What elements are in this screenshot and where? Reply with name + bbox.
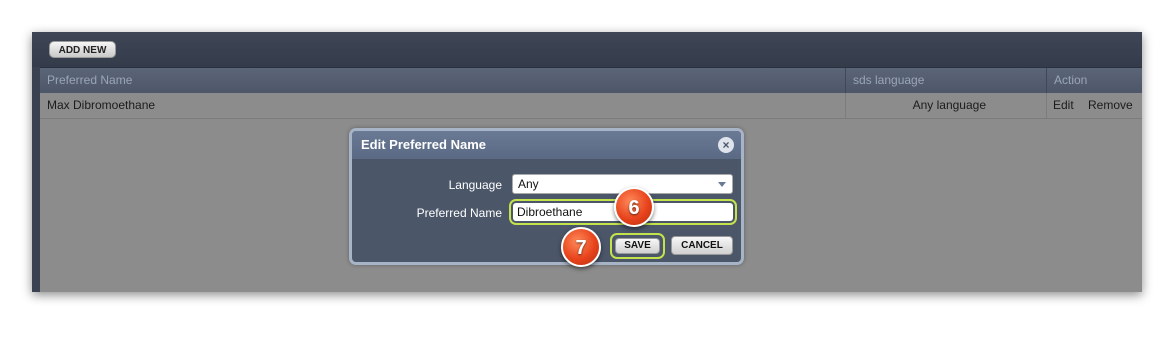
dialog-title: Edit Preferred Name: [352, 131, 741, 159]
toolbar: ADD NEW: [32, 32, 1142, 68]
cell-preferred-name: Max Dibromoethane: [40, 93, 846, 118]
step-7-badge: 7: [561, 227, 601, 267]
cell-sds-language: Any language: [846, 93, 1047, 118]
edit-link[interactable]: Edit: [1053, 93, 1074, 117]
column-header-preferred-name[interactable]: Preferred Name: [40, 68, 846, 93]
table-header: Preferred Name sds language Action: [40, 68, 1142, 93]
remove-link[interactable]: Remove: [1088, 93, 1133, 117]
edit-preferred-name-dialog: Edit Preferred Name × Language Any Prefe…: [349, 128, 744, 265]
save-button[interactable]: SAVE: [615, 238, 660, 254]
chevron-down-icon: [718, 182, 726, 187]
column-header-action: Action: [1054, 73, 1088, 87]
preferred-name-label: Preferred Name: [416, 206, 502, 220]
add-new-button[interactable]: ADD NEW: [49, 41, 116, 58]
left-edge: [32, 67, 40, 292]
language-label: Language: [448, 178, 502, 192]
column-header-sds-language[interactable]: sds language: [846, 68, 1047, 93]
cancel-button[interactable]: CANCEL: [671, 236, 733, 255]
language-select-value: Any: [518, 177, 539, 191]
close-icon[interactable]: ×: [718, 137, 734, 153]
table-row: Max Dibromoethane Any language Edit Remo…: [40, 93, 1142, 119]
cell-actions: Edit Remove: [1047, 93, 1142, 118]
save-highlight: SAVE: [610, 233, 665, 259]
step-6-badge: 6: [614, 187, 654, 227]
